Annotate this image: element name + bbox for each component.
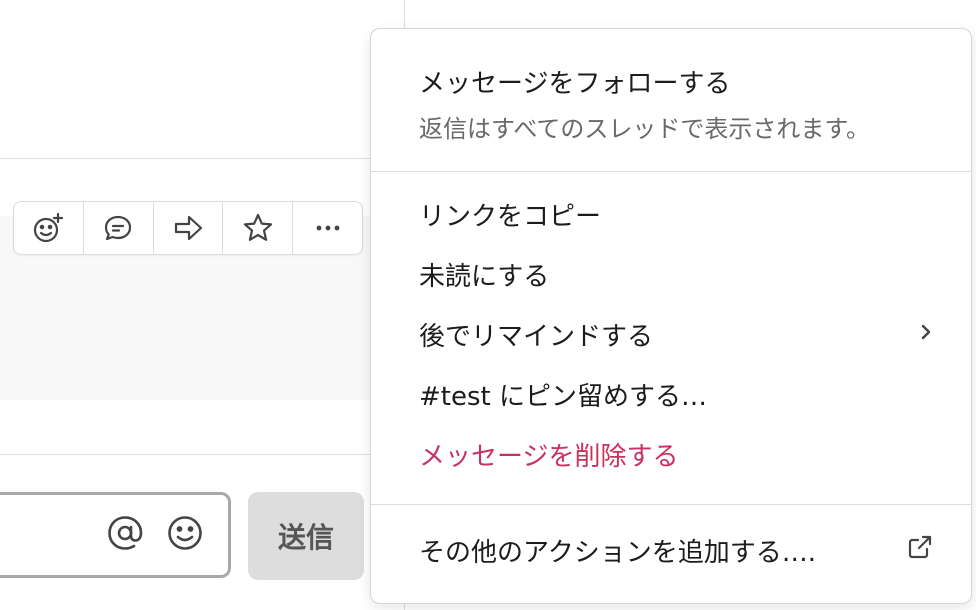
menu-item-copy-link[interactable]: リンクをコピー [419,192,933,236]
mark-unread-label: 未読にする [419,261,550,292]
save-message-button[interactable] [223,202,294,254]
reply-in-thread-icon [105,215,132,241]
app-stage: 送信 メッセージをフォローする 返信はすべてのスレッドで表示されます。 リンクを… [0,0,976,610]
at-mention-icon [108,516,143,550]
add-reaction-button[interactable] [14,202,84,254]
send-button[interactable]: 送信 [248,492,364,580]
at-mention-button[interactable] [105,513,145,553]
copy-link-label: リンクをコピー [419,201,602,232]
message-divider-bottom [0,454,404,455]
follow-message-description: 返信はすべてのスレッドで表示されます。 [419,115,870,143]
star-icon [243,213,272,241]
menu-item-add-more-actions[interactable]: その他のアクションを追加する…. [419,528,933,572]
menu-item-delete-message[interactable]: メッセージを削除する [419,432,933,476]
reply-in-thread-button[interactable] [84,202,154,254]
remind-later-label: 後でリマインドする [419,321,654,352]
add-more-actions-label: その他のアクションを追加する…. [419,537,816,568]
more-actions-button[interactable] [293,202,362,254]
external-link-icon [907,534,933,567]
delete-message-label: メッセージを削除する [419,441,679,472]
share-message-button[interactable] [154,202,224,254]
message-divider-top [0,158,404,159]
menu-item-follow-message[interactable]: メッセージをフォローする [419,59,933,103]
message-context-menu: メッセージをフォローする 返信はすべてのスレッドで表示されます。 リンクをコピー… [370,28,972,604]
menu-item-remind-later[interactable]: 後でリマインドする [419,312,933,356]
emoji-button[interactable] [165,513,205,553]
share-icon [174,215,203,241]
more-icon [316,225,339,231]
menu-divider [371,504,971,505]
message-actions-toolbar [13,201,363,255]
follow-message-label: メッセージをフォローする [419,68,731,99]
add-reaction-icon [34,212,64,243]
emoji-icon [168,516,202,550]
pin-to-channel-label: #test にピン留めする… [419,381,707,412]
menu-divider [371,171,971,172]
menu-item-pin-to-channel[interactable]: #test にピン留めする… [419,372,933,416]
chevron-right-icon [919,319,933,349]
menu-item-mark-unread[interactable]: 未読にする [419,252,933,296]
